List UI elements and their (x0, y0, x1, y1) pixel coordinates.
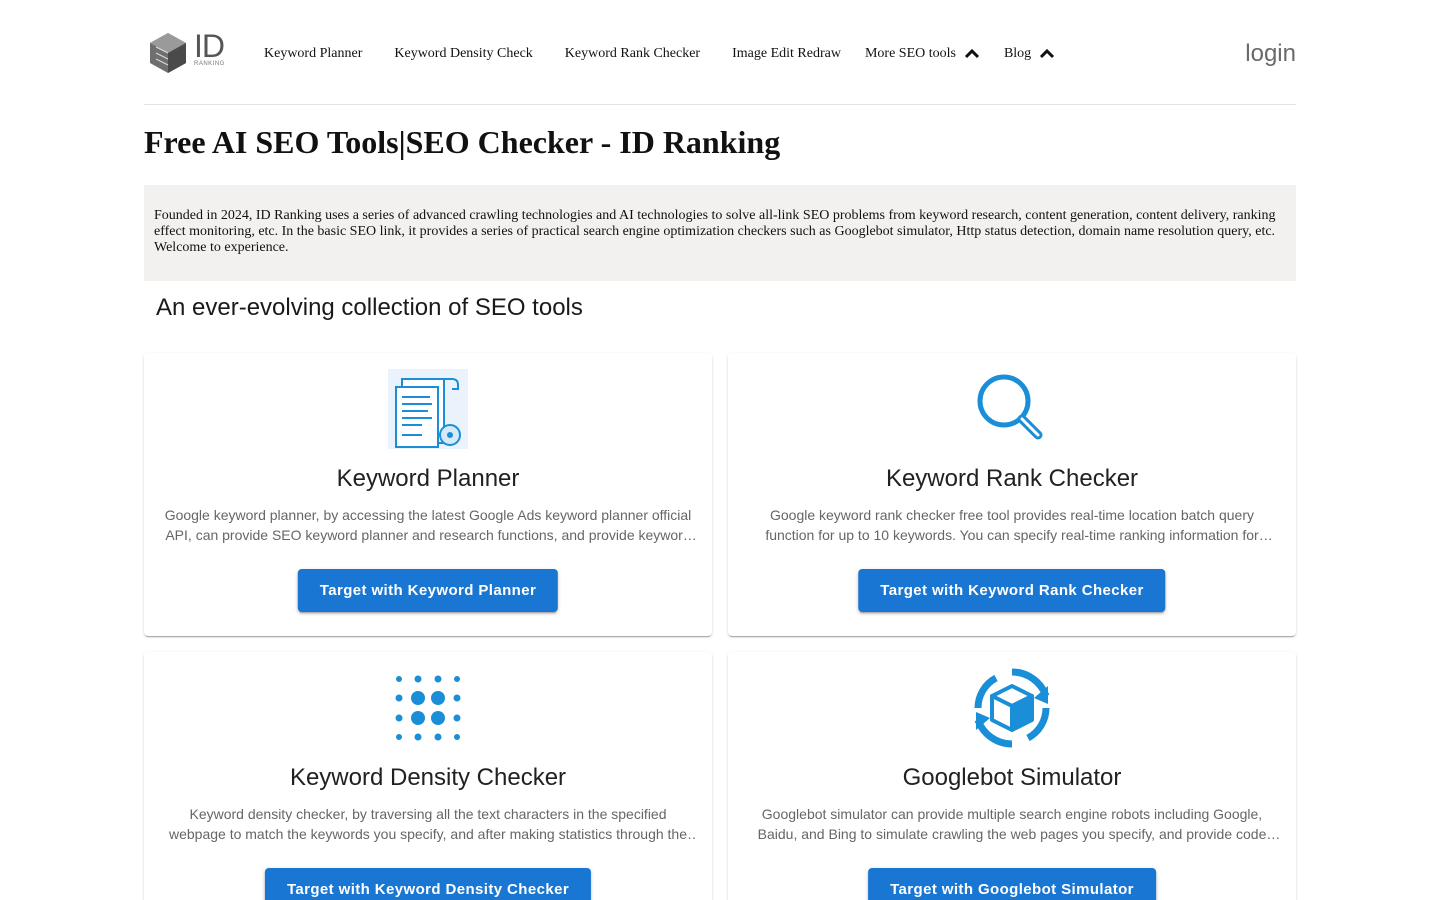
document-certificate-icon (388, 369, 468, 449)
dot-grid-icon (395, 675, 461, 741)
tool-card-keyword-density-checker: Keyword Density Checker Keyword density … (144, 652, 712, 900)
nav-blog[interactable]: Blog (1004, 46, 1055, 62)
page-container: ID RANKING Keyword Planner Keyword Densi… (144, 0, 1296, 900)
target-googlebot-simulator-button[interactable]: Target with Googlebot Simulator (868, 868, 1156, 900)
nav-blog-label: Blog (1003, 46, 1032, 61)
site-header: ID RANKING Keyword Planner Keyword Densi… (144, 0, 1296, 105)
card-description: Google keyword rank checker free tool pr… (765, 507, 1259, 543)
intro-text: Founded in 2024, ID Ranking uses a serie… (144, 185, 1296, 281)
target-keyword-density-checker-button[interactable]: Target with Keyword Density Checker (264, 868, 592, 900)
card-title: Googlebot Simulator (902, 764, 1122, 791)
section-title: An ever-evolving collection of SEO tools (156, 294, 583, 321)
page-title: Free AI SEO Tools|SEO Checker - ID Ranki… (144, 124, 781, 160)
main-nav: Keyword Planner Keyword Density Check Ke… (264, 46, 1055, 62)
nav-keyword-density-check[interactable]: Keyword Density Check (394, 46, 532, 62)
tool-card-googlebot-simulator: Googlebot Simulator Googlebot simulator … (728, 652, 1296, 900)
card-description: Google keyword planner, by accessing the… (164, 507, 692, 543)
magnifier-icon (977, 374, 1043, 440)
nav-keyword-rank-checker[interactable]: Keyword Rank Checker (565, 46, 700, 62)
logo-text: ID (194, 28, 225, 64)
target-keyword-rank-checker-button[interactable]: Target with Keyword Rank Checker (858, 569, 1166, 612)
card-title: Keyword Rank Checker (885, 465, 1139, 492)
target-keyword-planner-button[interactable]: Target with Keyword Planner (297, 569, 559, 612)
nav-more-seo-tools-label: More SEO tools (864, 46, 956, 61)
tool-card-keyword-rank-checker: Keyword Rank Checker Google keyword rank… (728, 353, 1296, 636)
tool-card-keyword-planner: Keyword Planner Google keyword planner, … (144, 353, 712, 636)
card-title: Keyword Density Checker (289, 764, 567, 791)
logo-subtext: RANKING (194, 61, 225, 67)
nav-image-edit-redraw[interactable]: Image Edit Redraw (732, 46, 841, 62)
nav-more-seo-tools[interactable]: More SEO tools (865, 46, 980, 62)
cube-logo-icon (150, 33, 186, 73)
card-description: Keyword density checker, by traversing a… (168, 806, 687, 842)
chevron-up-icon (964, 48, 980, 59)
card-description: Googlebot simulator can provide multiple… (757, 806, 1267, 842)
nav-keyword-planner[interactable]: Keyword Planner (264, 46, 362, 62)
logo[interactable]: ID RANKING (148, 28, 228, 74)
box-sync-icon (974, 668, 1050, 748)
login-link[interactable]: login (1245, 40, 1296, 68)
chevron-up-icon (1040, 48, 1055, 59)
card-title: Keyword Planner (336, 465, 520, 492)
